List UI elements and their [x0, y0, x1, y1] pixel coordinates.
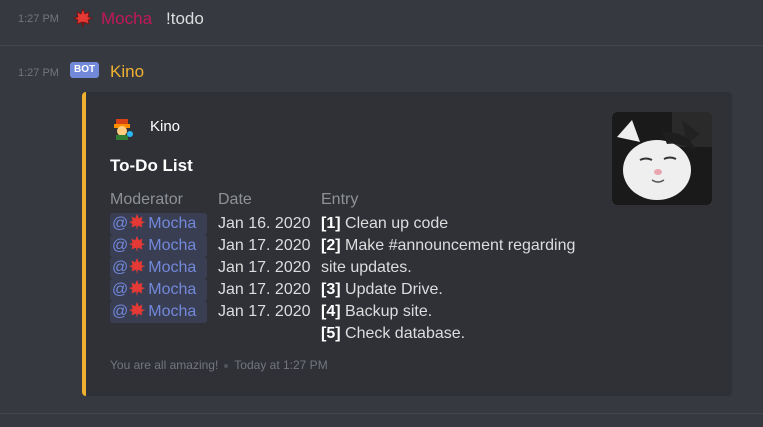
entry-line: [2] Make #announcement regarding — [321, 235, 575, 257]
mention-at: @ — [112, 303, 129, 320]
mention-name: Mocha — [148, 281, 197, 298]
entry-text: Check database. — [340, 325, 466, 342]
entry-number: [3] — [321, 281, 341, 298]
entry-line: [5] Check database. — [321, 323, 465, 345]
mention-name: Mocha — [148, 259, 197, 276]
date-cell: Jan 17. 2020 — [218, 303, 311, 320]
embed-title: To-Do List — [110, 156, 193, 175]
message-mocha: 1:27 PM Mocha !todo — [0, 0, 763, 40]
message-divider — [0, 413, 763, 414]
column-header-entry: Entry — [321, 191, 359, 208]
kino-avatar-icon — [110, 116, 136, 142]
user-mention[interactable]: @ Mocha — [110, 213, 207, 235]
entry-text: Backup site. — [340, 303, 433, 320]
cat-thumbnail[interactable] — [612, 112, 712, 205]
timestamp: 1:27 PM — [18, 13, 59, 25]
mention-at: @ — [112, 215, 129, 232]
date-cell: Jan 16. 2020 — [218, 215, 311, 232]
footer-timestamp: Today at 1:27 PM — [234, 358, 328, 372]
maple-leaf-icon — [73, 8, 93, 28]
username-mocha[interactable]: Mocha — [101, 9, 152, 29]
message-divider — [0, 45, 763, 46]
entry-line: [3] Update Drive. — [321, 279, 443, 301]
user-mention[interactable]: @ Mocha — [110, 257, 207, 279]
entry-line: site updates. — [321, 257, 412, 279]
maple-leaf-icon — [129, 280, 146, 297]
entry-line: [1] Clean up code — [321, 213, 448, 235]
entry-number: [5] — [321, 325, 341, 342]
mention-at: @ — [112, 281, 129, 298]
maple-leaf-icon — [129, 236, 146, 253]
username-kino[interactable]: Kino — [110, 62, 144, 82]
mention-name: Mocha — [148, 215, 197, 232]
user-mention[interactable]: @ Mocha — [110, 235, 207, 257]
entry-text: Update Drive. — [340, 281, 443, 298]
user-mention[interactable]: @ Mocha — [110, 279, 207, 301]
timestamp: 1:27 PM — [18, 67, 59, 79]
date-cell: Jan 17. 2020 — [218, 281, 311, 298]
entry-text: Clean up code — [340, 215, 449, 232]
date-cell: Jan 17. 2020 — [218, 237, 311, 254]
entry-number: [1] — [321, 215, 341, 232]
maple-leaf-icon — [129, 258, 146, 275]
embed-author-name[interactable]: Kino — [150, 118, 180, 135]
date-cell: Jan 17. 2020 — [218, 259, 311, 276]
message-text: !todo — [166, 9, 204, 28]
todo-embed: Kino To-Do List Moderator Date Entry @ Mo… — [82, 92, 732, 396]
footer-separator — [224, 363, 229, 368]
bot-tag: BOT — [70, 62, 100, 78]
entry-number: [4] — [321, 303, 341, 320]
mention-at: @ — [112, 259, 129, 276]
maple-leaf-icon — [129, 214, 146, 231]
mention-name: Mocha — [148, 237, 197, 254]
entry-line: [4] Backup site. — [321, 301, 432, 323]
entry-text: Make #announcement regarding — [340, 237, 576, 254]
entry-number: [2] — [321, 237, 341, 254]
user-mention[interactable]: @ Mocha — [110, 301, 207, 323]
footer-text: You are all amazing! — [110, 358, 219, 372]
column-header-date: Date — [218, 191, 252, 208]
mention-at: @ — [112, 237, 129, 254]
entry-text: site updates. — [321, 259, 412, 276]
column-header-moderator: Moderator — [110, 191, 183, 208]
maple-leaf-icon — [129, 302, 146, 319]
embed-footer: You are all amazing! Today at 1:27 PM — [110, 358, 328, 372]
mention-name: Mocha — [148, 303, 197, 320]
